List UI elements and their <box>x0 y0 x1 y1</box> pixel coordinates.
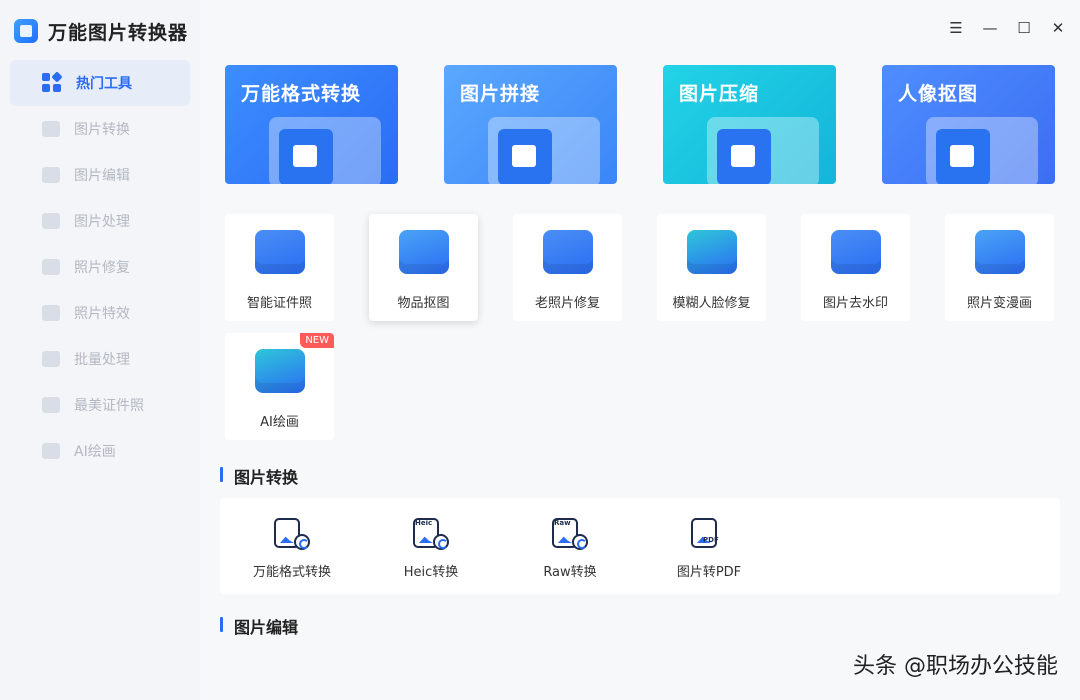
grid-icon <box>42 71 63 93</box>
wrench-photo-icon <box>542 230 593 274</box>
tool-card-watermark-remove[interactable]: 图片去水印 <box>801 214 910 321</box>
tool-card-object-cutout[interactable]: 物品抠图 <box>369 214 478 321</box>
tool-label: 老照片修复 <box>534 296 600 311</box>
format-convert-icon <box>274 518 310 550</box>
sidebar-item-image-process[interactable]: 图片处理 <box>10 198 190 244</box>
id-card-icon <box>254 230 305 274</box>
sidebar-item-label: 热门工具 <box>76 76 132 92</box>
heic-tag: Heic <box>415 519 433 527</box>
banner-image-stitch[interactable]: 图片拼接 <box>444 65 617 184</box>
tool-label: 物品抠图 <box>397 296 450 311</box>
portrait-cutout-icon <box>926 117 1038 184</box>
watermark-text: 头条 @职场办公技能 <box>853 654 1058 679</box>
banner-title: 万能格式转换 <box>241 83 362 105</box>
tool-label: AI绘画 <box>260 415 299 430</box>
conversion-item-heic[interactable]: Heic Heic转换 <box>361 498 501 594</box>
image-icon <box>42 121 60 137</box>
conversion-label: Heic转换 <box>403 565 459 580</box>
conversion-label: Raw转换 <box>543 565 597 580</box>
sidebar-item-image-convert[interactable]: 图片转换 <box>10 106 190 152</box>
sidebar-item-label: 图片转换 <box>74 122 130 138</box>
app-logo-icon <box>14 19 38 43</box>
format-convert-icon <box>269 117 381 184</box>
window-controls: ☰ — ☐ ✕ <box>948 20 1066 36</box>
tool-label: 图片去水印 <box>822 296 888 311</box>
photo-effects-icon <box>42 305 60 321</box>
tool-card-photo-to-cartoon[interactable]: 照片变漫画 <box>945 214 1054 321</box>
sidebar-item-photo-repair[interactable]: 照片修复 <box>10 244 190 290</box>
heic-convert-icon: Heic <box>413 518 449 550</box>
conversion-item-raw[interactable]: Raw Raw转换 <box>500 498 640 594</box>
raw-tag: Raw <box>554 519 571 527</box>
sidebar-item-label: 照片修复 <box>74 260 130 276</box>
image-edit-icon <box>42 167 60 183</box>
conversion-label: 图片转PDF <box>676 565 742 580</box>
new-badge: NEW <box>300 333 334 348</box>
sidebar-item-photo-effects[interactable]: 照片特效 <box>10 290 190 336</box>
sidebar-nav: 热门工具 图片转换 图片编辑 图片处理 照片修复 照片特效 批量处理 最美证件照… <box>10 60 190 474</box>
sidebar-item-label: 最美证件照 <box>74 398 144 414</box>
image-compress-icon <box>707 117 819 184</box>
minimize-button[interactable]: — <box>982 20 998 36</box>
sidebar-item-label: 图片编辑 <box>74 168 130 184</box>
face-download-icon <box>686 230 737 274</box>
sidebar-item-image-edit[interactable]: 图片编辑 <box>10 152 190 198</box>
section-title-editing: 图片编辑 <box>220 614 298 638</box>
tool-label: 智能证件照 <box>246 296 312 311</box>
image-stitch-icon <box>488 117 600 184</box>
section-title-conversion: 图片转换 <box>220 464 298 488</box>
tool-card-old-photo-repair[interactable]: 老照片修复 <box>513 214 622 321</box>
bag-icon <box>398 230 449 274</box>
banner-portrait-cutout[interactable]: 人像抠图 <box>882 65 1055 184</box>
menu-button[interactable]: ☰ <box>948 20 964 36</box>
raw-convert-icon: Raw <box>552 518 588 550</box>
conversion-panel: 万能格式转换 Heic Heic转换 Raw Raw转换 PDF 图片转PDF <box>220 498 1060 594</box>
photo-repair-icon <box>42 259 60 275</box>
batch-icon <box>42 351 60 367</box>
pdf-convert-icon: PDF <box>691 518 727 550</box>
sidebar-item-hot-tools[interactable]: 热门工具 <box>10 60 190 106</box>
id-photo-icon <box>42 397 60 413</box>
banner-title: 人像抠图 <box>898 83 979 105</box>
conversion-label: 万能格式转换 <box>252 565 331 580</box>
tool-card-ai-painting[interactable]: NEW AI绘画 <box>225 333 334 440</box>
tool-label: 模糊人脸修复 <box>672 296 751 311</box>
pdf-tag: PDF <box>703 536 719 544</box>
app-title: 万能图片转换器 <box>14 16 188 46</box>
banner-title: 图片压缩 <box>679 83 760 105</box>
sidebar-item-label: 照片特效 <box>74 306 130 322</box>
tool-label: 照片变漫画 <box>966 296 1032 311</box>
pen-tablet-icon <box>254 349 305 393</box>
maximize-button[interactable]: ☐ <box>1016 20 1032 36</box>
eraser-icon <box>830 230 881 274</box>
tool-card-face-repair[interactable]: 模糊人脸修复 <box>657 214 766 321</box>
app-title-text: 万能图片转换器 <box>48 21 189 44</box>
tool-card-id-photo[interactable]: 智能证件照 <box>225 214 334 321</box>
sidebar-item-label: 图片处理 <box>74 214 130 230</box>
sidebar-item-id-photo[interactable]: 最美证件照 <box>10 382 190 428</box>
image-process-icon <box>42 213 60 229</box>
sidebar-item-label: 批量处理 <box>74 352 130 368</box>
banner-image-compress[interactable]: 图片压缩 <box>663 65 836 184</box>
sidebar-item-label: AI绘画 <box>74 444 116 460</box>
cartoon-face-icon <box>974 230 1025 274</box>
ai-painting-icon <box>42 443 60 459</box>
close-button[interactable]: ✕ <box>1050 20 1066 36</box>
conversion-item-format[interactable]: 万能格式转换 <box>222 498 362 594</box>
banner-format-convert[interactable]: 万能格式转换 <box>225 65 398 184</box>
sidebar-item-ai-painting[interactable]: AI绘画 <box>10 428 190 474</box>
sidebar-item-batch[interactable]: 批量处理 <box>10 336 190 382</box>
conversion-item-pdf[interactable]: PDF 图片转PDF <box>639 498 779 594</box>
sidebar: 万能图片转换器 热门工具 图片转换 图片编辑 图片处理 照片修复 照片特效 批量… <box>0 0 200 700</box>
banner-title: 图片拼接 <box>460 83 541 105</box>
